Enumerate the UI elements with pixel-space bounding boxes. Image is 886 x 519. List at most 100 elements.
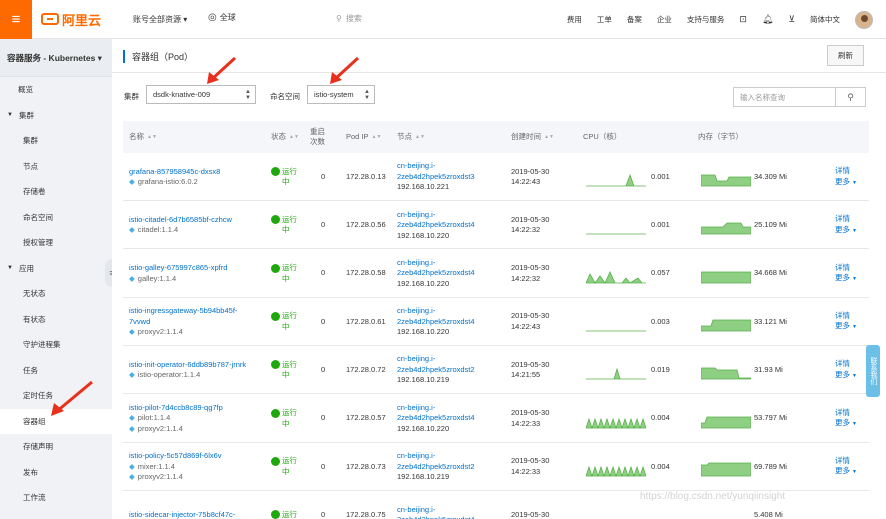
global-search[interactable]: ⚲ 搜索 bbox=[336, 13, 362, 24]
cluster-select[interactable]: dsdk-knative-009 ▲ ▼ bbox=[146, 85, 256, 104]
user-avatar[interactable] bbox=[855, 10, 873, 29]
more-dropdown[interactable]: 更多 ▼ bbox=[835, 370, 857, 382]
sidebar-item-release[interactable]: 发布 bbox=[0, 460, 112, 486]
link-enterprise[interactable]: 企业 bbox=[657, 14, 672, 25]
details-link[interactable]: 详情 bbox=[835, 311, 857, 322]
sidebar-item-pvc[interactable]: 存储声明 bbox=[0, 434, 112, 460]
pod-name-link[interactable]: istio-citadel-6d7b6585bf-czhcw bbox=[129, 215, 269, 226]
node-link[interactable]: cn-beijing.i- bbox=[397, 161, 475, 172]
search-icon[interactable]: ⚲ bbox=[835, 87, 866, 107]
sidebar-item-volumes[interactable]: 存储卷 bbox=[0, 179, 112, 205]
details-link[interactable]: 详情 bbox=[835, 359, 857, 370]
more-dropdown[interactable]: 更多 ▼ bbox=[835, 273, 857, 285]
container-image-label: pilot:1.1.4 bbox=[137, 413, 171, 423]
sidebar-item-workflow[interactable]: 工作流 bbox=[0, 485, 112, 511]
node-link[interactable]: 2zeb4d2hpek5zroxdst4 bbox=[397, 515, 475, 519]
node-link[interactable]: 2zeb4d2hpek5zroxdst4 bbox=[397, 317, 475, 328]
terminal-icon[interactable]: ⊡ bbox=[739, 14, 747, 25]
pod-name-link[interactable]: istio-sidecar-injector-75b8cf47c- bbox=[129, 510, 269, 519]
sidebar-group-label: 应用 bbox=[18, 263, 34, 273]
name-search-input[interactable]: 输入名称查询 bbox=[733, 87, 836, 107]
cpu-sparkline-area bbox=[586, 173, 646, 187]
cart-icon[interactable]: ⊻ bbox=[788, 14, 795, 25]
namespace-select[interactable]: istio-system ▲ ▼ bbox=[307, 85, 375, 104]
brand-name: 阿里云 bbox=[62, 12, 102, 28]
node-link[interactable]: cn-beijing.i- bbox=[397, 306, 475, 317]
col-pod-ip[interactable]: Pod IP ▲▼ bbox=[346, 121, 381, 153]
status-cell: 运行中 bbox=[271, 395, 297, 443]
pod-name-link[interactable]: grafana-857958945c-dxsx8 bbox=[129, 167, 269, 178]
created-time: 2019-05-30 bbox=[511, 491, 549, 519]
node-link[interactable]: cn-beijing.i- bbox=[397, 258, 475, 269]
link-tickets[interactable]: 工单 bbox=[597, 14, 612, 25]
docker-whale-icon: ◆ bbox=[129, 423, 135, 433]
link-support[interactable]: 支持与服务 bbox=[687, 14, 725, 25]
sidebar-group-apps[interactable]: ▼ 应用 bbox=[0, 256, 112, 282]
node-link[interactable]: 2zeb4d2hpek5zroxdst2 bbox=[397, 462, 475, 473]
sidebar-item-clusters[interactable]: 集群 bbox=[0, 128, 112, 154]
sidebar-title[interactable]: 容器服务 - Kubernetes ▾ bbox=[0, 39, 112, 77]
memory-sparkline bbox=[701, 174, 751, 187]
operations-cell: 详情 更多 ▼ bbox=[835, 298, 857, 346]
status-dot-icon bbox=[271, 456, 280, 466]
more-dropdown[interactable]: 更多 ▼ bbox=[835, 418, 857, 430]
sidebar-item-deployments[interactable]: 无状态 bbox=[0, 281, 112, 307]
node-link[interactable]: cn-beijing.i- bbox=[397, 210, 475, 221]
contact-us-button[interactable]: 联系我们 bbox=[866, 345, 880, 397]
hamburger-menu-icon[interactable]: ≡ bbox=[0, 0, 32, 39]
created-clock: 14:22:43 bbox=[511, 321, 541, 331]
cpu-value: 0.004 bbox=[651, 413, 670, 423]
details-link[interactable]: 详情 bbox=[835, 166, 857, 177]
container-image: ◆ grafana-istio:6.0.2 bbox=[129, 177, 269, 188]
aliyun-logo[interactable]: 阿里云 bbox=[41, 10, 101, 29]
status-running: 运行 bbox=[271, 456, 297, 467]
col-name[interactable]: 名称 ▲▼ bbox=[129, 121, 157, 153]
col-status[interactable]: 状态 ▲▼ bbox=[271, 121, 299, 153]
details-link[interactable]: 详情 bbox=[835, 456, 857, 467]
pod-name-link[interactable]: istio-pilot-7d4ccb8c89-qg7fp bbox=[129, 403, 269, 414]
more-dropdown[interactable]: 更多 ▼ bbox=[835, 466, 857, 478]
node-link[interactable]: cn-beijing.i- bbox=[397, 403, 475, 414]
created-date: 2019-05-30 bbox=[511, 311, 550, 321]
account-resource-selector[interactable]: 账号全部资源 ▾ bbox=[133, 14, 187, 25]
col-node[interactable]: 节点 ▲▼ bbox=[397, 121, 425, 153]
node-link[interactable]: 2zeb4d2hpek5zroxdst4 bbox=[397, 220, 475, 231]
node-link[interactable]: 2zeb4d2hpek5zroxdst3 bbox=[397, 172, 475, 183]
sidebar-item-nodes[interactable]: 节点 bbox=[0, 154, 112, 180]
sidebar-item-namespaces[interactable]: 命名空间 bbox=[0, 205, 112, 231]
pod-name-link[interactable]: istio-init-operator-6ddb89b787-jrnrk bbox=[129, 360, 269, 371]
details-link[interactable]: 详情 bbox=[835, 263, 857, 274]
refresh-button[interactable]: 刷新 bbox=[827, 45, 864, 66]
link-fees[interactable]: 费用 bbox=[567, 14, 582, 25]
cpu-value: 0.003 bbox=[651, 316, 670, 326]
container-image: ◆ proxyv2:1.1.4 bbox=[129, 424, 269, 435]
logo-mark-icon bbox=[41, 13, 59, 25]
sidebar-item-authorization[interactable]: 授权管理 bbox=[0, 230, 112, 256]
bell-icon[interactable]: 🔔︎ bbox=[762, 14, 773, 25]
sidebar-item-overview[interactable]: 概览 bbox=[0, 77, 112, 103]
node-link[interactable]: 2zeb4d2hpek5zroxdst4 bbox=[397, 268, 475, 279]
memory-sparkline-area bbox=[701, 222, 751, 235]
language-selector[interactable]: 简体中文 bbox=[810, 14, 840, 25]
pod-name-link[interactable]: istio-ingressgateway-5b94bb45f- 7vvwd bbox=[129, 306, 269, 327]
sidebar-item-daemonsets[interactable]: 守护进程集 bbox=[0, 332, 112, 358]
col-created[interactable]: 创建时间 ▲▼ bbox=[511, 121, 554, 153]
sidebar-group-cluster[interactable]: ▼ 集群 bbox=[0, 103, 112, 129]
node-link[interactable]: 2zeb4d2hpek5zroxdst4 bbox=[397, 413, 475, 424]
details-link[interactable]: 详情 bbox=[835, 214, 857, 225]
more-dropdown[interactable]: 更多 ▼ bbox=[835, 321, 857, 333]
link-filing[interactable]: 备案 bbox=[627, 14, 642, 25]
sidebar-item-statefulsets[interactable]: 有状态 bbox=[0, 307, 112, 333]
more-dropdown[interactable]: 更多 ▼ bbox=[835, 177, 857, 189]
node-link[interactable]: 2zeb4d2hpek5zroxdst2 bbox=[397, 365, 475, 376]
pod-name-link[interactable]: istio-policy-5c57d869f-6lx6v bbox=[129, 451, 269, 462]
status-label: 中 bbox=[282, 273, 290, 283]
node-link[interactable]: cn-beijing.i- bbox=[397, 451, 475, 462]
more-dropdown[interactable]: 更多 ▼ bbox=[835, 225, 857, 237]
restarts-value: 0 bbox=[321, 461, 326, 471]
pod-name-link[interactable]: istio-galley-675997c865-xpfrd bbox=[129, 263, 269, 274]
node-link[interactable]: cn-beijing.i- bbox=[397, 505, 475, 516]
node-link[interactable]: cn-beijing.i- bbox=[397, 354, 475, 365]
region-selector[interactable]: ◎ 全球 bbox=[208, 12, 236, 23]
details-link[interactable]: 详情 bbox=[835, 408, 857, 419]
